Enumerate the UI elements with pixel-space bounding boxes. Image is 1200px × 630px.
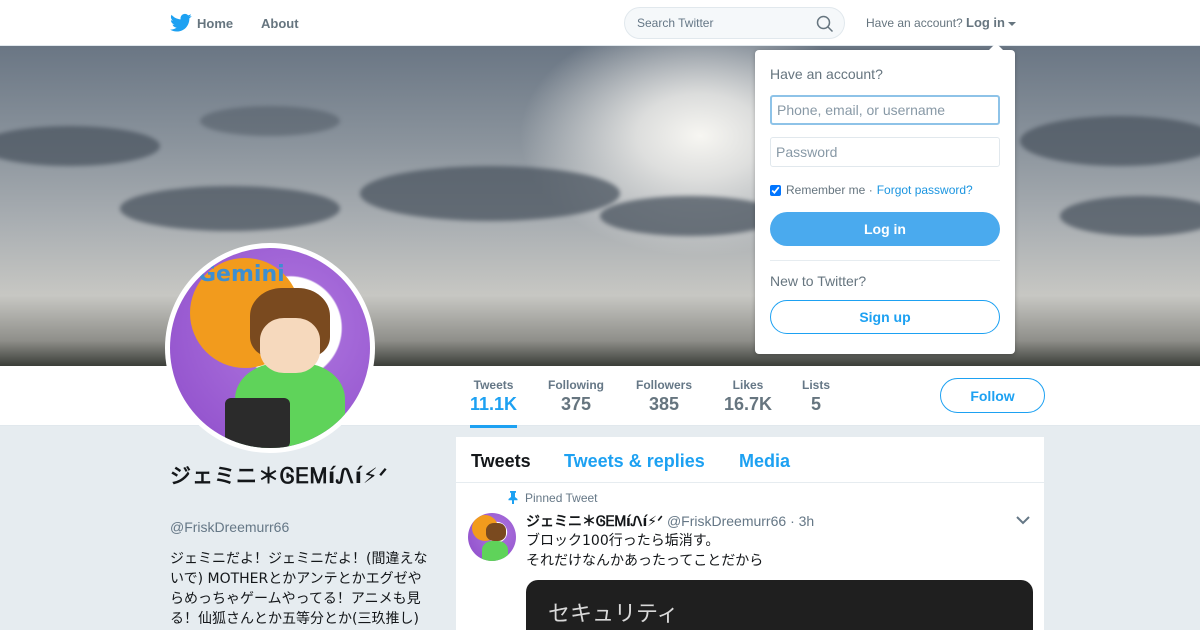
have-account-text: Have an account?	[866, 16, 963, 30]
avatar-face	[260, 318, 320, 373]
tab-tweets[interactable]: Tweets	[471, 451, 531, 472]
stat-value: 5	[811, 394, 822, 414]
banner-cloud	[200, 106, 340, 136]
search-icon[interactable]	[816, 15, 834, 33]
remember-me-label[interactable]: Remember me ·	[786, 183, 873, 197]
tab-media[interactable]: Media	[739, 451, 790, 472]
stat-value: 11.1K	[470, 394, 518, 414]
tweet-media[interactable]: セキュリティ	[526, 580, 1033, 630]
profile-handle[interactable]: @FriskDreemurr66	[170, 519, 289, 535]
pinned-label: Pinned Tweet	[525, 491, 598, 505]
tab-tweets-replies[interactable]: Tweets & replies	[564, 451, 705, 472]
stat-label: Likes	[732, 378, 764, 392]
new-to-twitter-text: New to Twitter?	[770, 273, 867, 289]
follow-button[interactable]: Follow	[940, 378, 1045, 413]
stat-label: Tweets	[473, 378, 514, 392]
profile-name: ジェミニ＊ᎶᎬᎷíᏁí⚡︎ᐟ	[170, 464, 389, 488]
search-input[interactable]: Search Twitter	[637, 16, 713, 30]
stat-value: 375	[560, 394, 592, 414]
signup-button[interactable]: Sign up	[770, 300, 1000, 334]
stat-value: 16.7K	[724, 394, 773, 414]
caret-down-icon	[1008, 21, 1016, 26]
stat-lists[interactable]: Lists 5	[802, 378, 830, 415]
login-link-label[interactable]: Log in	[966, 15, 1005, 30]
stat-likes[interactable]: Likes 16.7K	[724, 378, 772, 415]
banner-cloud	[120, 186, 340, 231]
stat-label: Followers	[636, 378, 693, 392]
nav-home-link[interactable]: Home	[197, 16, 233, 31]
banner-cloud	[1060, 196, 1200, 236]
profile-bio: ジェミニだよ！ジェミニだよ！(間違えないで) MOTHERとかアンテとかエグゼや…	[170, 551, 428, 627]
avatar-image: Gemini	[170, 248, 370, 448]
banner-cloud	[1020, 116, 1200, 166]
forgot-password-link[interactable]: Forgot password?	[877, 183, 973, 197]
password-field[interactable]	[770, 137, 1000, 167]
twitter-bird-icon[interactable]	[170, 13, 192, 33]
username-field[interactable]	[770, 95, 1000, 125]
dropdown-arrow	[988, 43, 1004, 51]
stat-following[interactable]: Following 375	[548, 378, 604, 415]
banner-cloud	[0, 126, 160, 166]
tweet-timeline: Tweets Tweets & replies Media Pinned Twe…	[456, 437, 1044, 630]
nav-about-link[interactable]: About	[261, 16, 299, 31]
stat-value: 385	[648, 394, 680, 414]
pinned-indicator: Pinned Tweet	[508, 491, 598, 505]
login-dropdown: Have an account? Remember me · Forgot pa…	[755, 43, 1015, 354]
tweet-author-handle[interactable]: @FriskDreemurr66	[667, 513, 786, 529]
tweet-header: ジェミニ＊ᎶᎬᎷíᏁí⚡︎ᐟ @FriskDreemurr66 · 3h	[526, 511, 814, 531]
timeline-tabs: Tweets Tweets & replies Media	[456, 437, 1044, 483]
stat-followers[interactable]: Followers 385	[636, 378, 692, 415]
profile-avatar[interactable]: Gemini	[165, 243, 375, 453]
login-button[interactable]: Log in	[770, 212, 1000, 246]
tweet-avatar-body	[482, 541, 508, 561]
tweet-text-line: ブロック100行ったら垢消す。	[526, 533, 720, 549]
stat-label: Lists	[802, 378, 831, 392]
avatar-laptop	[225, 398, 290, 448]
tweet-avatar-hair	[486, 523, 506, 541]
tweet-text-line: それだけなんかあったってことだから	[526, 553, 764, 569]
pin-icon	[508, 491, 518, 504]
dropdown-divider	[770, 260, 1000, 261]
tweet-avatar[interactable]	[468, 513, 516, 561]
login-dropdown-toggle[interactable]: Log in	[966, 15, 1016, 30]
remember-me-checkbox[interactable]	[770, 184, 781, 196]
search-box[interactable]: Search Twitter	[624, 7, 845, 39]
tweet-text: ブロック100行ったら垢消す。 それだけなんかあったってことだから	[526, 531, 763, 571]
stat-tweets[interactable]: Tweets 11.1K	[470, 378, 518, 428]
tweet-media-text: セキュリティ	[548, 602, 679, 627]
stat-label: Following	[548, 378, 604, 392]
banner-cloud	[360, 166, 620, 221]
dropdown-title: Have an account?	[770, 66, 883, 82]
tweet-author-name[interactable]: ジェミニ＊ᎶᎬᎷíᏁí⚡︎ᐟ	[526, 514, 663, 530]
chevron-down-icon[interactable]	[1016, 515, 1030, 525]
top-nav: Home About Search Twitter Have an accoun…	[0, 0, 1200, 46]
banner-cloud	[600, 196, 780, 236]
avatar-logo-text: Gemini	[198, 262, 285, 287]
remember-row: Remember me · Forgot password?	[770, 183, 973, 197]
tweet-timestamp[interactable]: · 3h	[790, 513, 814, 529]
